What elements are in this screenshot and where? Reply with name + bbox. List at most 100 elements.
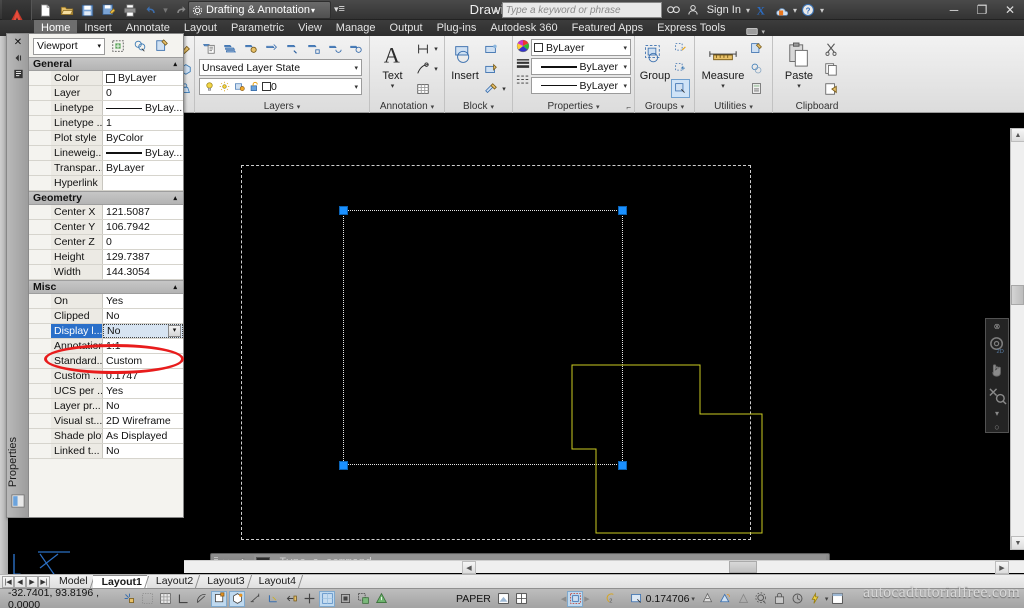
property-row-linetype-scale[interactable]: Linetype ... 1 [29,116,183,131]
layer-isolate-button[interactable] [241,38,260,57]
layer-walk-button[interactable] [220,38,239,57]
property-row-linetype[interactable]: Linetype ByLay... [29,101,183,116]
property-value[interactable]: ByColor [103,131,183,145]
save-as-icon[interactable] [99,1,118,19]
exchange-icon[interactable]: X [753,2,770,18]
property-value[interactable]: 121.5087 [103,205,183,219]
cut-button[interactable] [821,39,840,58]
user-icon[interactable] [685,2,702,18]
clean-screen-button[interactable] [829,591,845,607]
close-button[interactable]: ✕ [996,0,1024,20]
property-row-center-y[interactable]: Center Y 106.7942 [29,220,183,235]
infocenter-expand-icon[interactable]: ▸ [495,6,499,15]
property-row-shade-plot[interactable]: Shade plot As Displayed [29,429,183,444]
property-value[interactable]: 129.7387 [103,250,183,264]
chevron-down-icon[interactable]: ▾ [97,42,101,50]
property-row-layer-property-overrides[interactable]: Layer pr... No [29,399,183,414]
workspace-switch-button[interactable] [754,591,770,607]
layer-state-combo[interactable]: Unsaved Layer State ▾ [199,59,362,76]
property-value[interactable]: Custom [103,354,183,368]
navbar-customize-icon[interactable]: ○ [994,422,999,432]
chevron-down-icon[interactable]: ▾ [825,595,829,603]
object-snap-tracking-button[interactable] [247,591,263,607]
property-row-ucs-per-viewport[interactable]: UCS per ... Yes [29,384,183,399]
layer-merge-button[interactable] [325,38,344,57]
layer-lock-button[interactable] [304,38,323,57]
grip-top-left[interactable] [339,206,348,215]
chevron-right-icon[interactable]: ▶ [584,595,589,603]
annotation-scale-sync-button[interactable] [718,591,734,607]
vertical-scrollbar-thumb[interactable] [1011,285,1024,305]
undo-icon[interactable] [141,1,160,19]
zoom-orbit-icon[interactable] [986,384,1008,407]
layer-off-button[interactable] [283,38,302,57]
chevron-down-icon[interactable]: ▾ [681,103,685,111]
infer-constraints-button[interactable] [121,591,137,607]
category-misc[interactable]: Misc ▴ [29,280,183,294]
tab-parametric[interactable]: Parametric [224,20,291,36]
grip-bottom-right[interactable] [618,461,627,470]
block-dropdown-icon[interactable]: ▾ [500,85,508,93]
measure-button[interactable]: Measure ▾ [699,39,747,90]
plot-icon[interactable] [120,1,139,19]
quick-calc-copy-button[interactable] [747,59,766,78]
category-general[interactable]: General ▴ [29,57,183,71]
chevron-down-icon[interactable]: ▾ [297,103,301,111]
property-value[interactable]: No [103,309,183,323]
property-row-center-z[interactable]: Center Z 0 [29,235,183,250]
chevron-down-icon[interactable]: ▾ [623,63,627,71]
property-row-standard-scale[interactable]: Standard... Custom [29,354,183,369]
object-linetype-combo[interactable]: ByLayer ▾ [531,77,631,94]
pan-icon[interactable] [986,359,1008,382]
property-value[interactable]: 2D Wireframe [103,414,183,428]
property-value[interactable]: No [103,399,183,413]
collapse-icon[interactable]: ▴ [173,60,177,68]
selection-cycling-button[interactable] [355,591,371,607]
property-row-display-locked[interactable]: Display l... No ▾ [29,324,183,339]
property-value[interactable]: 144.3054 [103,265,183,279]
paste-button[interactable]: Paste ▾ [777,39,821,90]
polar-tracking-button[interactable] [193,591,209,607]
sign-in-button[interactable]: Sign In [705,4,743,16]
hardware-acceleration-button[interactable] [808,591,824,607]
property-row-custom-scale[interactable]: Custom ... 0.1747 [29,369,183,384]
layout-tab-layout3[interactable]: Layout3 [198,575,249,588]
property-value[interactable]: 0 [103,235,183,249]
dynamic-input-button[interactable] [283,591,299,607]
property-value[interactable]: ByLayer [103,161,183,175]
object-snap-button[interactable] [211,591,227,607]
property-row-on[interactable]: On Yes [29,294,183,309]
minimize-button[interactable]: ─ [940,0,968,20]
help-dropdown-icon[interactable]: ▾ [820,6,824,15]
panel-title-block[interactable]: Block ▾ [445,100,512,113]
group-edit-button[interactable] [671,59,690,78]
layer-delete-button[interactable] [346,38,365,57]
layer-freeze-button[interactable] [262,38,281,57]
chevron-down-icon[interactable]: ▾ [490,103,494,111]
auto-scale-button[interactable]: 2 [605,591,621,607]
current-layer-combo[interactable]: 0 ▾ [199,78,362,95]
drawing-canvas[interactable]: ⊗ 2D ▾ ○ [184,113,1024,550]
grid-display-button[interactable] [157,591,173,607]
group-button[interactable]: Group [639,39,671,82]
help-icon[interactable]: ? [800,2,817,18]
vertical-scrollbar[interactable]: ▲ ▼ [1010,128,1024,550]
property-row-plot-style[interactable]: Plot style ByColor [29,131,183,146]
navigation-bar[interactable]: ⊗ 2D ▾ ○ [985,318,1009,433]
restore-button[interactable]: ❐ [968,0,996,20]
insert-button[interactable]: Insert [449,39,481,82]
property-value[interactable] [103,176,183,190]
viewport-scale-icon[interactable] [629,591,645,607]
chevron-down-icon[interactable]: ▾ [761,28,765,36]
scroll-left-button[interactable]: ◀ [462,561,476,574]
chevron-down-icon[interactable]: ▾ [596,103,600,111]
snap-mode-button[interactable] [139,591,155,607]
grip-bottom-left[interactable] [339,461,348,470]
dimension-button[interactable] [413,39,432,58]
chevron-down-icon[interactable]: ▾ [354,83,358,91]
3d-object-snap-button[interactable] [229,591,245,607]
group-selection-on-button[interactable] [671,79,690,98]
isolate-objects-button[interactable] [790,591,806,607]
tab-manage[interactable]: Manage [329,20,383,36]
property-value[interactable]: 0 [103,86,183,100]
